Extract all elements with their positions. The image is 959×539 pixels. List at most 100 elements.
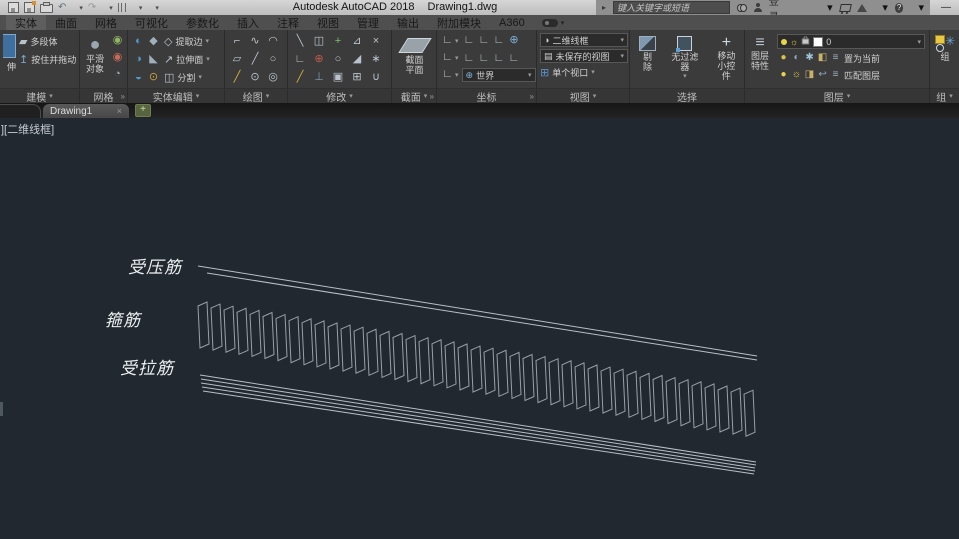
ribbon-tab-6[interactable]: 插入 xyxy=(228,15,268,30)
tension-bar-line[interactable] xyxy=(201,383,755,468)
stirrup[interactable] xyxy=(627,371,638,417)
chevron-down-icon[interactable]: ▾ xyxy=(205,37,209,45)
stirrup[interactable] xyxy=(523,355,534,401)
a360-icon[interactable] xyxy=(857,4,867,12)
save-icon[interactable] xyxy=(8,2,19,13)
layer-properties-button[interactable]: ≡ 图层 特性 xyxy=(748,32,772,71)
workspace-icon[interactable] xyxy=(118,3,126,12)
chevron-down-icon[interactable]: ▾ xyxy=(455,71,459,79)
workspace-dropdown-icon[interactable]: ▾ xyxy=(131,0,143,15)
stirrup[interactable] xyxy=(354,327,365,373)
qat-customize-icon[interactable]: ▾ xyxy=(147,0,159,15)
measure-icon[interactable]: ⊥ xyxy=(312,69,327,86)
stirrup[interactable] xyxy=(562,361,573,407)
layer-unlock-icon[interactable]: ◨ xyxy=(803,68,816,82)
set-current-button[interactable]: 置为当前 xyxy=(844,52,880,65)
compression-bar-line[interactable] xyxy=(207,273,757,360)
layer-walk-icon[interactable]: ≡ xyxy=(829,51,842,65)
offset-icon[interactable]: ○ xyxy=(331,51,346,68)
imprint-icon[interactable]: ⊙ xyxy=(146,69,161,86)
stirrup[interactable] xyxy=(601,367,612,413)
help-icon[interactable]: ? xyxy=(895,3,904,13)
stirrup[interactable] xyxy=(653,376,664,422)
trim-icon[interactable]: ╲ xyxy=(293,33,308,50)
stirrup[interactable] xyxy=(731,388,742,434)
layer-off-icon[interactable]: ● xyxy=(777,51,790,65)
spline-icon[interactable]: ∿ xyxy=(248,33,263,50)
stirrup[interactable] xyxy=(744,390,755,436)
new-tab-button[interactable]: + xyxy=(135,104,151,117)
union-icon[interactable]: ◐ xyxy=(131,33,146,50)
extract-edges-button[interactable]: ◇ 提取边 ▾ xyxy=(164,32,210,50)
separate-button[interactable]: ◫ 分割 ▾ xyxy=(164,68,210,86)
smooth-less-icon[interactable]: ◉ xyxy=(110,49,125,66)
panel-label-draw[interactable]: 绘图 ▾ xyxy=(225,88,287,103)
move-icon[interactable]: + xyxy=(331,33,346,50)
stirrup[interactable] xyxy=(471,346,482,392)
chevron-down-icon[interactable]: ▾ xyxy=(455,37,459,45)
panel-label-mesh[interactable]: 网格 » xyxy=(80,88,127,103)
model-space-canvas[interactable]: ][二维线框] 受压筋 箍筋 受拉筋 xyxy=(0,118,959,539)
stirrup[interactable] xyxy=(302,319,313,365)
stirrup[interactable] xyxy=(315,321,326,367)
panel-launcher-icon[interactable]: » xyxy=(430,92,434,101)
chevron-down-icon[interactable]: ▾ xyxy=(198,73,202,81)
smooth-more-icon[interactable]: ◉ xyxy=(110,32,125,49)
stirrup[interactable] xyxy=(549,359,560,405)
panel-launcher-icon[interactable]: » xyxy=(530,92,534,101)
intersect-icon[interactable]: ◒ xyxy=(131,69,146,86)
user-icon[interactable] xyxy=(754,3,762,12)
rectangle-icon[interactable]: ▱ xyxy=(230,51,245,68)
copy-icon[interactable]: ◫ xyxy=(312,33,327,50)
layer-lock-icon[interactable]: ◧ xyxy=(816,51,829,65)
stirrup[interactable] xyxy=(328,323,339,369)
match-layer-button[interactable]: 匹配图层 xyxy=(844,69,880,82)
ucs-z-icon[interactable]: ∟ xyxy=(477,32,492,49)
smooth-object-button[interactable]: ● 平滑 对象 xyxy=(83,32,107,74)
stirrup[interactable] xyxy=(666,378,677,424)
cull-button[interactable]: 剔除 xyxy=(636,32,659,72)
ucs-named-icon[interactable]: ∟ xyxy=(462,32,477,49)
ucs-origin-icon[interactable]: ∟ xyxy=(440,66,455,83)
ucs-dropdown[interactable]: ⊕ 世界 ▾ xyxy=(462,68,536,82)
move-gizmo-button[interactable]: + 移动 小控件 xyxy=(711,32,742,81)
fillet-edge-icon[interactable]: ◆ xyxy=(146,33,161,50)
line-icon[interactable]: ╱ xyxy=(248,51,263,68)
panel-label-solid-editing[interactable]: 实体编辑 ▾ xyxy=(128,88,224,103)
point-icon[interactable]: ⊙ xyxy=(248,69,263,86)
ribbon-tab-11[interactable]: 附加模块 xyxy=(428,15,490,30)
ucs-3point-icon[interactable]: ∟ xyxy=(492,32,507,49)
save-as-icon[interactable] xyxy=(24,2,35,13)
polysolid-button[interactable]: ▰ 多段体 xyxy=(19,32,76,50)
section-plane-button[interactable]: 截面 平面 xyxy=(394,32,436,75)
stirrup[interactable] xyxy=(718,386,729,432)
media-pill-dropdown-icon[interactable]: ▾ xyxy=(561,19,565,27)
scale-icon[interactable]: ▣ xyxy=(331,69,346,86)
stirrup[interactable] xyxy=(419,338,430,384)
group-button[interactable]: ✳ 组 xyxy=(935,32,955,62)
ucs-world-mini-icon[interactable]: ⊕ xyxy=(507,32,522,49)
circle-icon[interactable]: ○ xyxy=(266,51,281,68)
search-caret-icon[interactable]: ▸ xyxy=(602,3,606,13)
help-dropdown-icon[interactable]: ▾ xyxy=(910,0,924,15)
hatch-icon[interactable]: ╱ xyxy=(230,69,245,86)
ribbon-tab-2[interactable]: 曲面 xyxy=(46,15,86,30)
stirrup[interactable] xyxy=(705,384,716,430)
panel-label-layers[interactable]: 图层 ▾ xyxy=(745,88,929,103)
stirrup[interactable] xyxy=(250,310,261,356)
ribbon-tab-7[interactable]: 注释 xyxy=(268,15,308,30)
panel-label-group[interactable]: 组 ▾ xyxy=(930,88,959,103)
store-cart-icon[interactable] xyxy=(839,4,851,12)
ucs-y-icon[interactable]: ∟ xyxy=(507,50,522,67)
layer-isolate-icon[interactable]: ◐ xyxy=(790,51,803,65)
layer-on-icon[interactable]: ● xyxy=(777,68,790,82)
ribbon-tab-10[interactable]: 输出 xyxy=(388,15,428,30)
join-icon[interactable]: ∪ xyxy=(369,69,384,86)
taper-faces-icon[interactable]: ◣ xyxy=(146,51,161,68)
extrude-faces-button[interactable]: ↗ 拉伸面 ▾ xyxy=(164,50,210,68)
ribbon-tab-1[interactable]: 实体 xyxy=(6,15,46,30)
panel-label-section[interactable]: 截面 ▾ » xyxy=(392,88,436,103)
stirrup[interactable] xyxy=(510,352,521,398)
layer-freeze-icon[interactable]: ✱ xyxy=(803,51,816,65)
stirrup[interactable] xyxy=(276,315,287,361)
